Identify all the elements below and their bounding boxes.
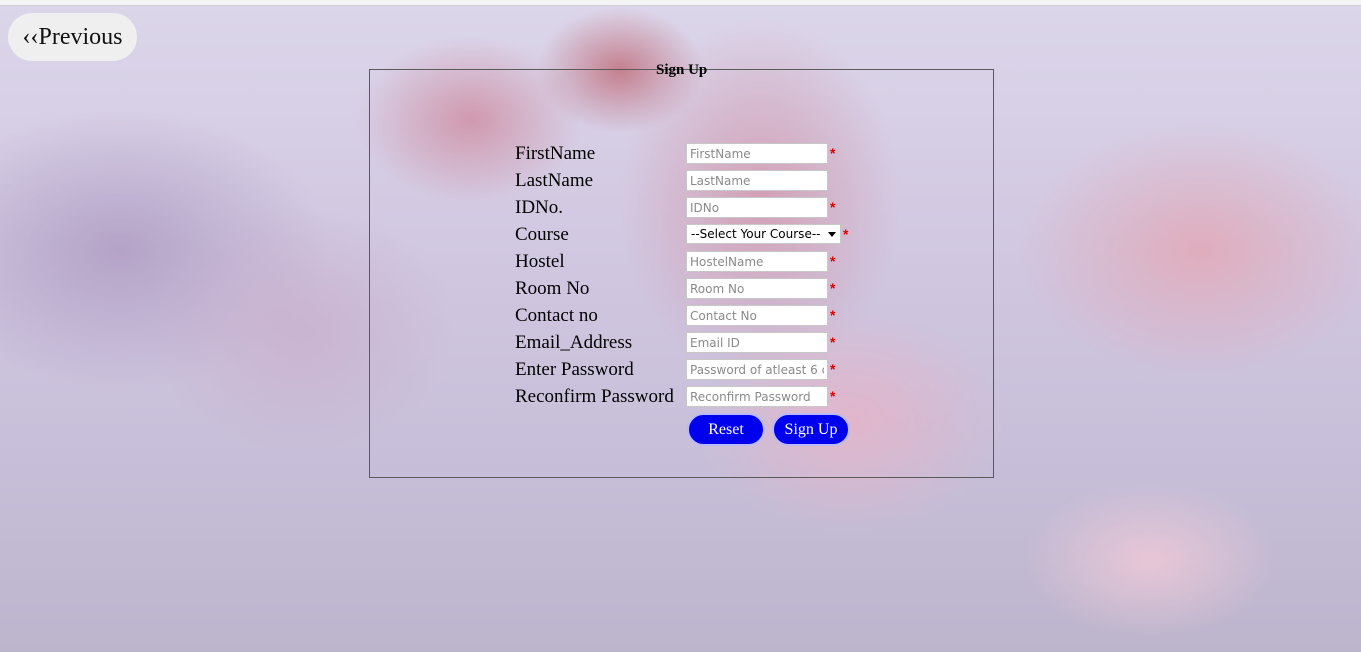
browser-top-edge — [0, 0, 1361, 6]
idno-label: IDNo. — [515, 197, 564, 218]
reconfirm-password-input[interactable] — [686, 386, 828, 407]
hostel-input[interactable] — [686, 251, 828, 272]
firstname-input[interactable] — [686, 143, 828, 164]
room-no-label: Room No — [515, 278, 590, 299]
course-select[interactable]: --Select Your Course-- — [686, 224, 841, 244]
signup-legend: Sign Up — [656, 62, 708, 78]
signup-fieldset: Sign Up — [369, 62, 994, 478]
room-no-input[interactable] — [686, 278, 828, 299]
contact-no-input[interactable] — [686, 305, 828, 326]
firstname-label: FirstName — [515, 143, 596, 164]
email-address-label: Email_Address — [515, 332, 633, 353]
contact-no-label: Contact no — [515, 305, 598, 326]
reset-button[interactable]: Reset — [687, 413, 765, 446]
email-required-marker: * — [830, 334, 836, 350]
idno-required-marker: * — [830, 199, 836, 215]
firstname-required-marker: * — [830, 145, 836, 161]
idno-input[interactable] — [686, 197, 828, 218]
hostel-label: Hostel — [515, 251, 565, 272]
course-select-value: --Select Your Course-- — [691, 227, 821, 241]
lastname-label: LastName — [515, 170, 594, 191]
previous-button[interactable]: ‹‹Previous — [8, 13, 137, 61]
reconfirm-password-required-marker: * — [830, 388, 836, 404]
email-input[interactable] — [686, 332, 828, 353]
password-input[interactable] — [686, 359, 828, 380]
reconfirm-password-label: Reconfirm Password — [515, 386, 674, 407]
contact-no-required-marker: * — [830, 307, 836, 323]
lastname-input[interactable] — [686, 170, 828, 191]
hostel-required-marker: * — [830, 253, 836, 269]
room-no-required-marker: * — [830, 280, 836, 296]
sign-up-button[interactable]: Sign Up — [772, 413, 850, 446]
course-label: Course — [515, 224, 569, 245]
chevron-down-icon — [828, 232, 836, 237]
password-required-marker: * — [830, 361, 836, 377]
enter-password-label: Enter Password — [515, 359, 634, 380]
course-required-marker: * — [843, 226, 849, 242]
